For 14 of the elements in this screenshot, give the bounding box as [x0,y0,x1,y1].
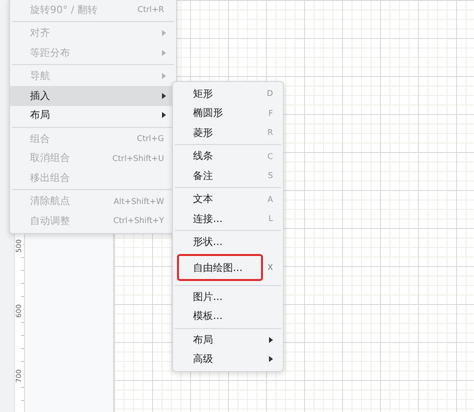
menu-item[interactable]: 布局 [10,106,176,125]
menu-item[interactable]: 布局 [173,330,283,350]
menu-item[interactable]: 形状... [173,232,283,252]
menu-item[interactable]: 备注 S [173,166,283,186]
menu-item[interactable]: 菱形 R [173,123,283,142]
menu-item[interactable]: 线条 C [173,146,283,166]
menu-item[interactable]: 高级 [173,350,283,369]
menu-item[interactable]: 矩形 D [173,84,283,104]
menu-item[interactable]: 图片... [173,287,283,306]
menu-item[interactable]: 自由绘图... X [173,252,283,283]
menu-item[interactable]: 连接... L [173,209,283,228]
menu-item[interactable]: 文本 A [173,190,283,209]
menu-item[interactable]: 模板... [173,306,283,326]
menu-item[interactable]: 椭圆形 F [173,104,283,123]
